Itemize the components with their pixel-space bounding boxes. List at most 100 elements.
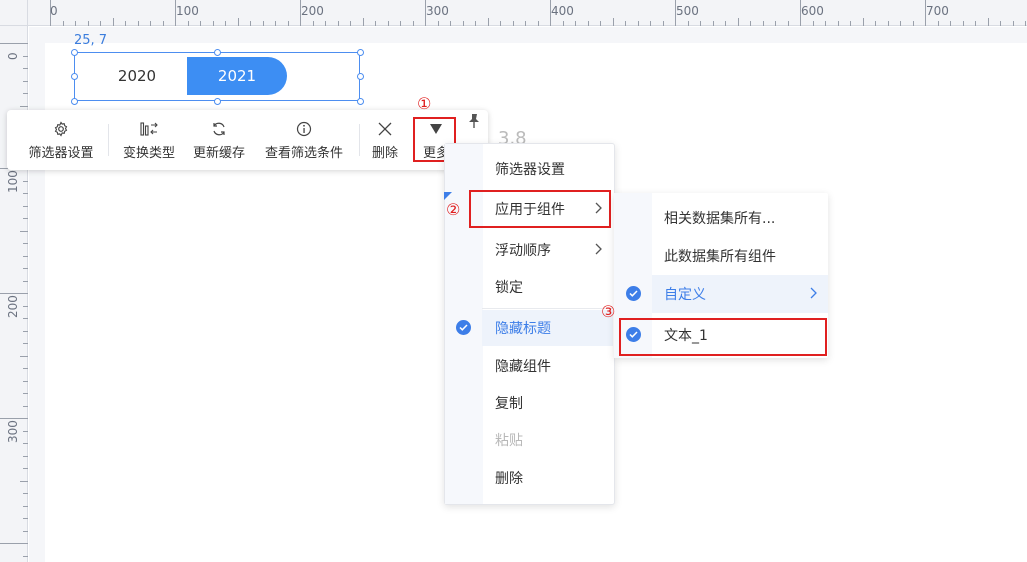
ruler-label: 0 [50, 4, 58, 18]
horizontal-ruler [0, 0, 1027, 26]
ruler-label: 200 [301, 4, 324, 18]
ruler-tick [20, 105, 28, 107]
menu-item-hide-title[interactable]: 隐藏标题 [482, 310, 613, 346]
pin-icon[interactable] [467, 113, 481, 133]
ruler-label: 500 [676, 4, 699, 18]
ruler-tick [0, 293, 28, 294]
ruler-tick [87, 21, 89, 26]
ruler-tick [23, 205, 28, 207]
menu-item-label: 筛选器设置 [495, 162, 565, 178]
ruler-tick [23, 430, 28, 432]
ruler-tick [737, 18, 739, 26]
ruler-tick [1000, 21, 1001, 26]
resize-handle[interactable] [357, 73, 364, 80]
switch-type-button[interactable]: 变换类型 [115, 110, 183, 170]
menu-item-filter-settings[interactable]: 筛选器设置 [482, 151, 613, 187]
ruler-label: 200 [6, 295, 20, 318]
menu-item-label: 浮动顺序 [495, 243, 551, 259]
ruler-tick [637, 21, 639, 26]
ruler-tick [0, 543, 28, 544]
ruler-tick [987, 18, 989, 26]
menu-item-label: 删除 [495, 471, 523, 487]
submenu-item-related-dataset-all[interactable]: 相关数据集所有... [652, 199, 828, 237]
ruler-tick [150, 21, 151, 26]
menu-item-paste: 粘贴 [482, 422, 613, 458]
ruler-tick [575, 21, 576, 26]
step-marker-1: ① [417, 94, 432, 113]
ruler-tick [612, 18, 614, 26]
menu-item-float-order[interactable]: 浮动顺序 [482, 232, 613, 268]
refresh-cache-button[interactable]: 更新缓存 [187, 110, 251, 170]
ruler-tick [225, 21, 226, 26]
toolbar-label: 筛选器设置 [28, 145, 94, 161]
ruler-tick [23, 505, 28, 507]
toolbar-label: 变换类型 [122, 145, 175, 161]
canvas-left-margin [29, 27, 45, 562]
ruler-tick [23, 368, 28, 369]
delete-button[interactable]: 删除 [365, 110, 405, 170]
resize-handle[interactable] [71, 49, 78, 56]
highlight-box-apply-to-widgets [469, 190, 611, 228]
ruler-tick [487, 18, 489, 26]
resize-handle[interactable] [71, 98, 78, 105]
ruler-label: 600 [801, 4, 824, 18]
ruler-label: 300 [426, 4, 449, 18]
ruler-tick [887, 21, 889, 26]
filter-settings-button[interactable]: 筛选器设置 [23, 110, 99, 170]
resize-handle[interactable] [214, 49, 221, 56]
ruler-tick [0, 418, 28, 419]
ruler-tick [23, 280, 28, 282]
ruler-tick [512, 21, 514, 26]
ruler-label: 100 [176, 4, 199, 18]
ruler-tick [587, 21, 589, 26]
ruler-tick [475, 21, 476, 26]
ruler-tick [23, 380, 28, 382]
canvas-top-margin [29, 27, 1027, 43]
menu-item-delete[interactable]: 删除 [482, 460, 613, 496]
year-tab-2020[interactable]: 2020 [87, 57, 187, 95]
ruler-tick [437, 21, 439, 26]
year-tab-2021[interactable]: 2021 [187, 57, 287, 95]
chevron-right-icon [593, 242, 603, 260]
ruler-tick [23, 268, 28, 269]
resize-handle[interactable] [357, 98, 364, 105]
step-marker-2: ② [446, 200, 461, 219]
vertical-ruler [0, 26, 28, 562]
ruler-tick [23, 405, 28, 407]
ruler-tick [962, 21, 964, 26]
resize-handle[interactable] [71, 73, 78, 80]
resize-handle[interactable] [357, 49, 364, 56]
ruler-tick [262, 21, 264, 26]
ruler-tick [23, 493, 28, 494]
ruler-tick [875, 21, 876, 26]
menu-item-label: 复制 [495, 396, 523, 412]
ruler-tick [750, 21, 751, 26]
ruler-tick [1025, 21, 1026, 26]
menu-item-copy[interactable]: 复制 [482, 385, 613, 421]
ruler-tick [23, 55, 28, 57]
ruler-tick [950, 21, 951, 26]
ruler-tick [23, 393, 28, 394]
ruler-label: 100 [6, 170, 20, 193]
ruler-tick [662, 21, 664, 26]
ruler-tick [23, 68, 28, 69]
ruler-tick [812, 21, 814, 26]
ruler-tick [237, 18, 239, 26]
submenu-item-custom[interactable]: 自定义 [652, 275, 828, 313]
info-icon [296, 120, 312, 138]
ruler-tick [23, 305, 28, 307]
ruler-tick [23, 180, 28, 182]
menu-item-hide-widget[interactable]: 隐藏组件 [482, 348, 613, 384]
ruler-tick [23, 330, 28, 332]
switch-type-icon [140, 120, 158, 138]
ruler-tick [23, 93, 28, 94]
view-filter-conditions-button[interactable]: 查看筛选条件 [259, 110, 349, 170]
submenu-item-this-dataset-all[interactable]: 此数据集所有组件 [652, 237, 828, 275]
ruler-tick [23, 555, 28, 557]
resize-handle[interactable] [214, 98, 221, 105]
ruler-tick [250, 21, 251, 26]
ruler-tick [75, 21, 76, 26]
ruler-tick [537, 21, 539, 26]
chevron-right-icon [808, 286, 818, 304]
menu-item-lock[interactable]: 锁定 [482, 269, 613, 305]
